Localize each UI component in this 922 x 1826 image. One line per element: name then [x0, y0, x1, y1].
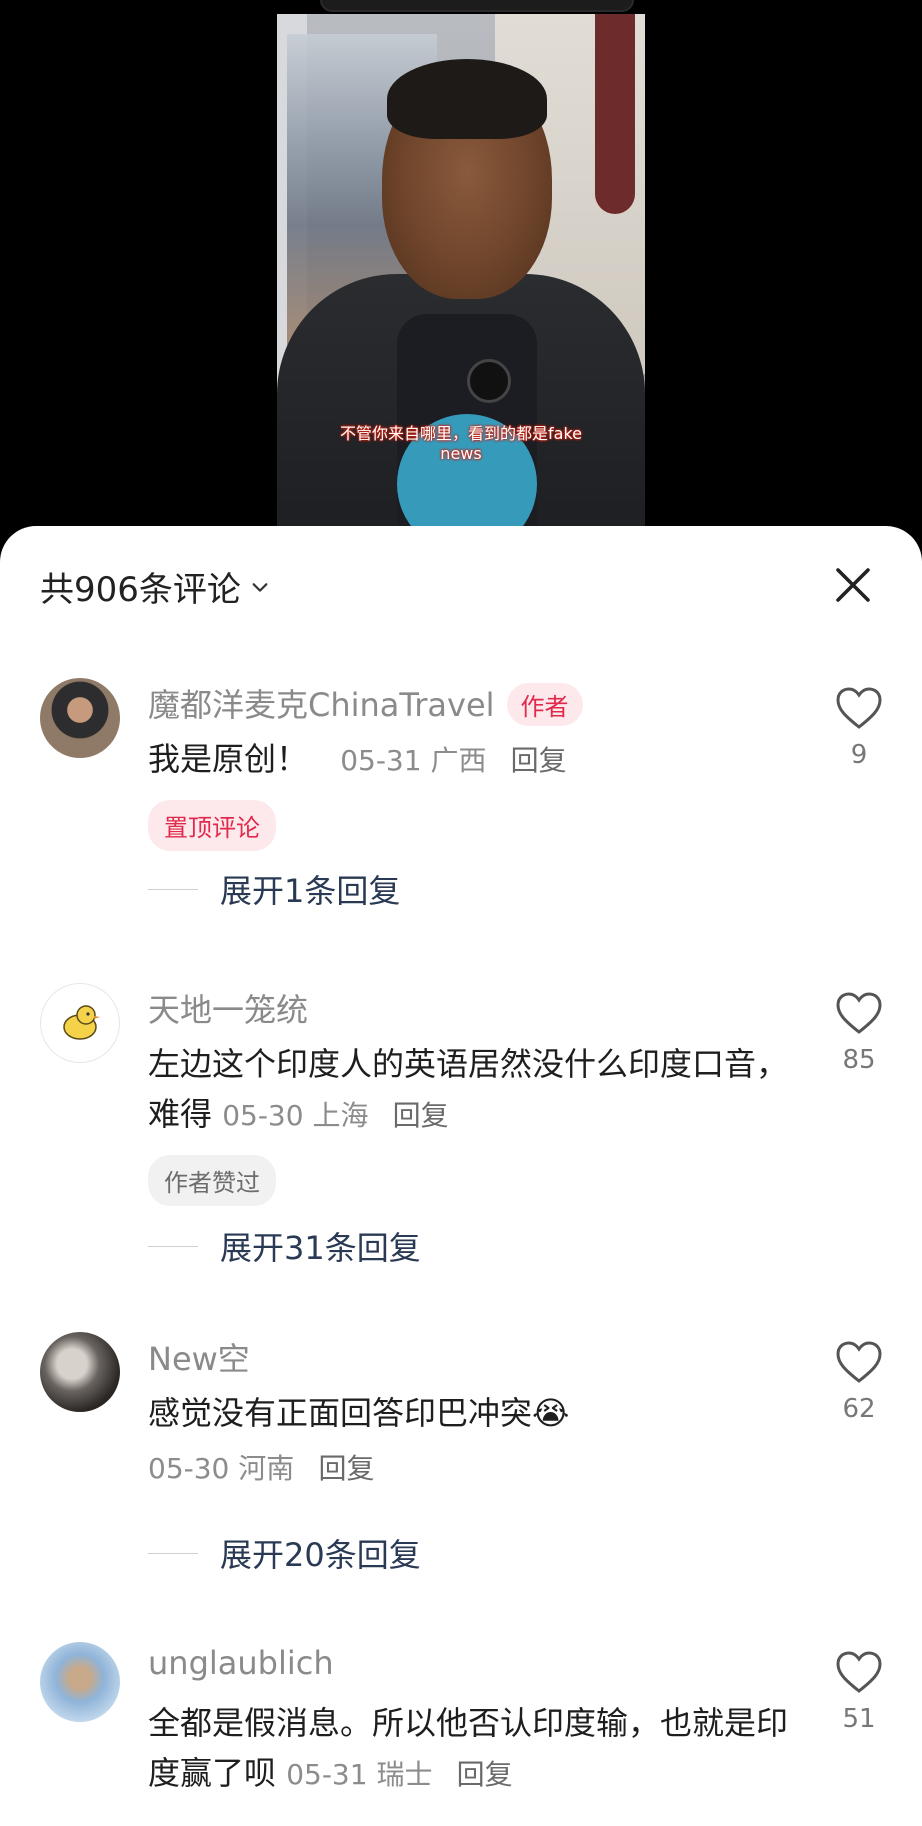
avatar[interactable] [40, 983, 120, 1063]
chevron-down-icon [252, 582, 268, 592]
like-button[interactable]: 51 [834, 1650, 884, 1734]
expand-replies-button[interactable]: 展开31条回复 [148, 1223, 421, 1269]
avatar[interactable] [40, 1332, 120, 1412]
expand-replies-label: 展开31条回复 [220, 1229, 421, 1267]
author-liked-badge: 作者赞过 [148, 1155, 276, 1206]
expand-replies-button[interactable]: 展开1条回复 [148, 866, 400, 912]
like-count: 51 [842, 1704, 876, 1734]
subtitle-line-1: 不管你来自哪里，看到的都是fake [340, 424, 582, 443]
comment-body[interactable]: 全都是假消息。所以他否认印度输，也就是印度赢了呗 05-31 瑞士 回复 [148, 1698, 788, 1800]
heart-icon [836, 687, 882, 729]
comment-username[interactable]: 天地一笼统 [148, 985, 308, 1031]
expand-replies-button[interactable]: 展开20条回复 [148, 1530, 421, 1576]
comment-text: 我是原创！ [148, 740, 309, 778]
username-text: unglaublich [148, 1644, 334, 1682]
comment-body[interactable]: 我是原创！ 05-31 广西 回复 [148, 734, 788, 786]
comment-meta: 05-31 广西 [340, 744, 487, 777]
video-person-hair [387, 59, 547, 139]
like-button[interactable]: 85 [834, 991, 884, 1075]
expand-divider [148, 888, 198, 890]
subtitle-line-2: news [440, 444, 482, 463]
expand-divider [148, 1245, 198, 1247]
expand-divider [148, 1552, 198, 1554]
avatar[interactable] [40, 1642, 120, 1722]
comments-count-dropdown[interactable]: 共906条评论 [40, 562, 269, 611]
close-icon[interactable] [832, 564, 874, 606]
like-button[interactable]: 62 [834, 1340, 884, 1424]
comments-sheet: 共906条评论 魔都洋麦克ChinaTravel 作者 我是原创！ 05-31 广… [0, 526, 922, 1826]
video-subtitle: 不管你来自哪里，看到的都是fake news [277, 424, 645, 464]
pinned-badge: 置顶评论 [148, 800, 276, 851]
comment-username[interactable]: unglaublich [148, 1644, 334, 1682]
video-background-tie [595, 14, 635, 214]
expand-replies-label: 展开20条回复 [220, 1536, 421, 1574]
status-pill [320, 0, 634, 12]
comment-meta: 05-31 瑞士 [286, 1758, 433, 1791]
comment-text: 感觉没有正面回答印巴冲突😭 [148, 1394, 570, 1432]
reply-button[interactable]: 回复 [318, 1452, 374, 1485]
comment-username[interactable]: 魔都洋麦克ChinaTravel 作者 [148, 680, 583, 729]
heart-icon [836, 1341, 882, 1383]
comment-meta: 05-30 河南 [148, 1452, 295, 1485]
reply-button[interactable]: 回复 [457, 1758, 513, 1791]
comment-body[interactable]: 感觉没有正面回答印巴冲突😭 [148, 1388, 788, 1438]
like-count: 9 [850, 740, 868, 770]
like-button[interactable]: 9 [834, 686, 884, 770]
reply-button[interactable]: 回复 [393, 1099, 449, 1132]
expand-replies-label: 展开1条回复 [220, 872, 401, 910]
comment-meta-row: 05-30 河南 回复 [148, 1442, 788, 1494]
author-tag: 作者 [506, 682, 583, 726]
comment-body[interactable]: 左边这个印度人的英语居然没什么印度口音，难得 05-30 上海 回复 [148, 1039, 788, 1141]
reply-button[interactable]: 回复 [511, 744, 567, 777]
like-count: 62 [842, 1394, 876, 1424]
username-text: 魔都洋麦克ChinaTravel [148, 686, 495, 724]
video-lapel-mic [467, 359, 511, 403]
video-player[interactable]: 不管你来自哪里，看到的都是fake news [277, 14, 645, 534]
avatar[interactable] [40, 678, 120, 758]
comment-meta: 05-30 上海 [222, 1099, 369, 1132]
username-text: New空 [148, 1340, 250, 1378]
comments-count-title: 共906条评论 [40, 570, 241, 610]
duck-icon [63, 1005, 100, 1040]
heart-icon [836, 1651, 882, 1693]
like-count: 85 [842, 1045, 876, 1075]
username-text: 天地一笼统 [148, 991, 309, 1029]
comment-username[interactable]: New空 [148, 1334, 250, 1380]
heart-icon [836, 992, 882, 1034]
